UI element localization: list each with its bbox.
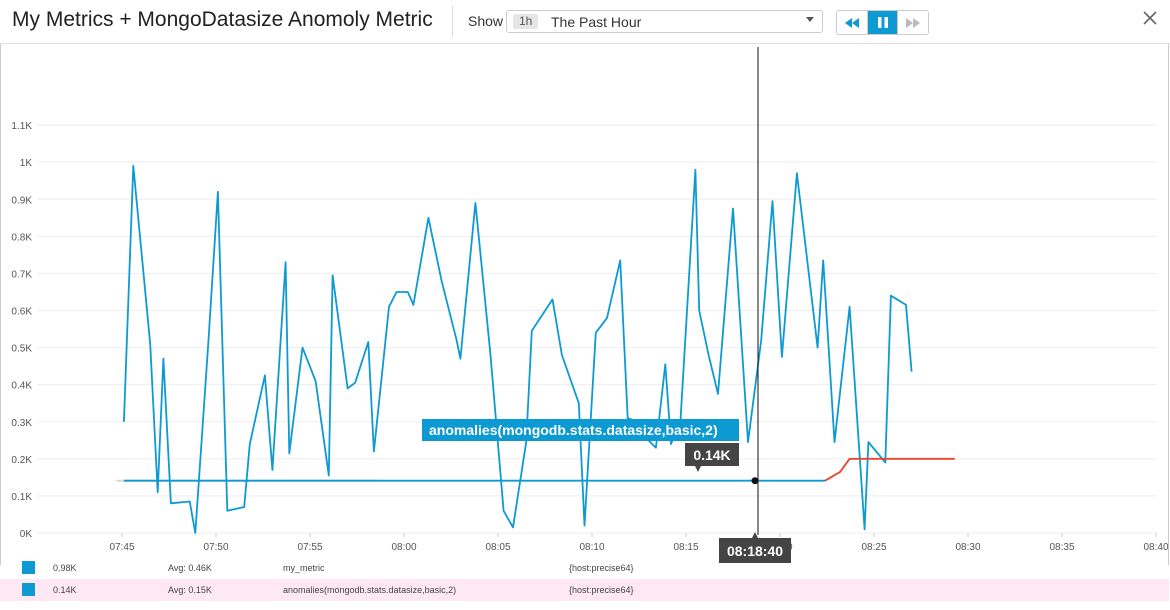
legend-row-my-metric[interactable]: 0.98K Avg: 0.46K my_metric {host:precise… bbox=[0, 557, 1169, 579]
timeframe-select[interactable]: 1h The Past Hour bbox=[506, 10, 823, 33]
legend-current-value: 0.98K bbox=[53, 563, 77, 573]
y-tick-label: 0.1K bbox=[11, 492, 32, 503]
y-tick-label: 0.3K bbox=[11, 418, 32, 429]
widget-header: My Metrics + MongoDatasize Anomoly Metri… bbox=[0, 0, 1170, 44]
x-tick-label: 07:45 bbox=[109, 542, 134, 553]
show-label: Show bbox=[468, 13, 504, 29]
playback-controls bbox=[836, 10, 929, 35]
tooltip-pointer bbox=[695, 466, 701, 472]
legend-series-name: my_metric bbox=[283, 563, 325, 573]
legend-scope: {host:precise64} bbox=[569, 563, 634, 573]
x-tick-label: 08:40 bbox=[1143, 542, 1168, 553]
legend-series-name: anomalies(mongodb.stats.datasize,basic,2… bbox=[283, 585, 457, 595]
x-tick-label: 08:35 bbox=[1049, 542, 1074, 553]
my-metric-series-line bbox=[123, 165, 913, 534]
anomalies-out-of-bounds-line bbox=[824, 457, 955, 482]
x-tick-label: 08:10 bbox=[579, 542, 604, 553]
pause-button[interactable] bbox=[867, 11, 899, 34]
y-tick-label: 1K bbox=[20, 158, 33, 169]
y-tick-label: 0.8K bbox=[11, 232, 32, 243]
x-tick-label: 08:05 bbox=[485, 542, 510, 553]
y-tick-label: 0.9K bbox=[11, 195, 32, 206]
legend-current-value: 0.14K bbox=[53, 585, 77, 595]
x-tick-label: 08:15 bbox=[673, 542, 698, 553]
x-tick-label: 07:55 bbox=[297, 542, 322, 553]
hover-point bbox=[751, 477, 759, 485]
y-tick-label: 0K bbox=[20, 529, 33, 540]
pause-icon bbox=[877, 17, 888, 28]
legend-average: Avg: 0.46K bbox=[168, 563, 212, 573]
chevron-down-icon bbox=[806, 17, 814, 22]
header-divider bbox=[452, 6, 453, 37]
timeframe-badge: 1h bbox=[513, 14, 539, 29]
chart-area: 0K 0.1K 0.2K 0.3K 0.4K 0.5K 0.6K 0.7K 0.8K 0.9K 1K… bbox=[0, 44, 1169, 565]
rewind-button[interactable] bbox=[837, 11, 868, 34]
y-tick-label: 0.4K bbox=[11, 381, 32, 392]
tooltip-series-label: anomalies(mongodb.stats.datasize,basic,2… bbox=[429, 422, 718, 438]
x-tick-label: 08:30 bbox=[955, 542, 980, 553]
timeseries-chart[interactable]: 0K 0.1K 0.2K 0.3K 0.4K 0.5K 0.6K 0.7K 0.8K 0.9K 1K… bbox=[1, 44, 1169, 565]
y-tick-label: 0.2K bbox=[11, 455, 32, 466]
tooltip-value-label: 0.14K bbox=[693, 447, 730, 463]
y-tick-label: 1.1K bbox=[11, 121, 32, 132]
x-tick-label: 07:50 bbox=[203, 542, 228, 553]
legend-average: Avg: 0.15K bbox=[168, 585, 212, 595]
close-icon bbox=[1143, 11, 1157, 25]
fast-forward-icon bbox=[906, 17, 921, 28]
graph-title: My Metrics + MongoDatasize Anomoly Metri… bbox=[12, 8, 433, 31]
timeframe-value: The Past Hour bbox=[551, 14, 642, 30]
rewind-icon bbox=[844, 17, 859, 28]
series-color-swatch bbox=[22, 561, 35, 574]
x-tick-label: 08:00 bbox=[391, 542, 416, 553]
x-tick-label: 08:25 bbox=[861, 542, 886, 553]
fast-forward-button[interactable] bbox=[898, 11, 928, 34]
series-color-swatch bbox=[22, 583, 35, 596]
y-tick-label: 0.7K bbox=[11, 269, 32, 280]
y-tick-label: 0.6K bbox=[11, 307, 32, 318]
close-button[interactable] bbox=[1138, 6, 1162, 30]
legend-row-anomalies[interactable]: 0.14K Avg: 0.15K anomalies(mongodb.stats… bbox=[0, 579, 1169, 601]
legend-scope: {host:precise64} bbox=[569, 585, 634, 595]
y-tick-label: 0.5K bbox=[11, 344, 32, 355]
